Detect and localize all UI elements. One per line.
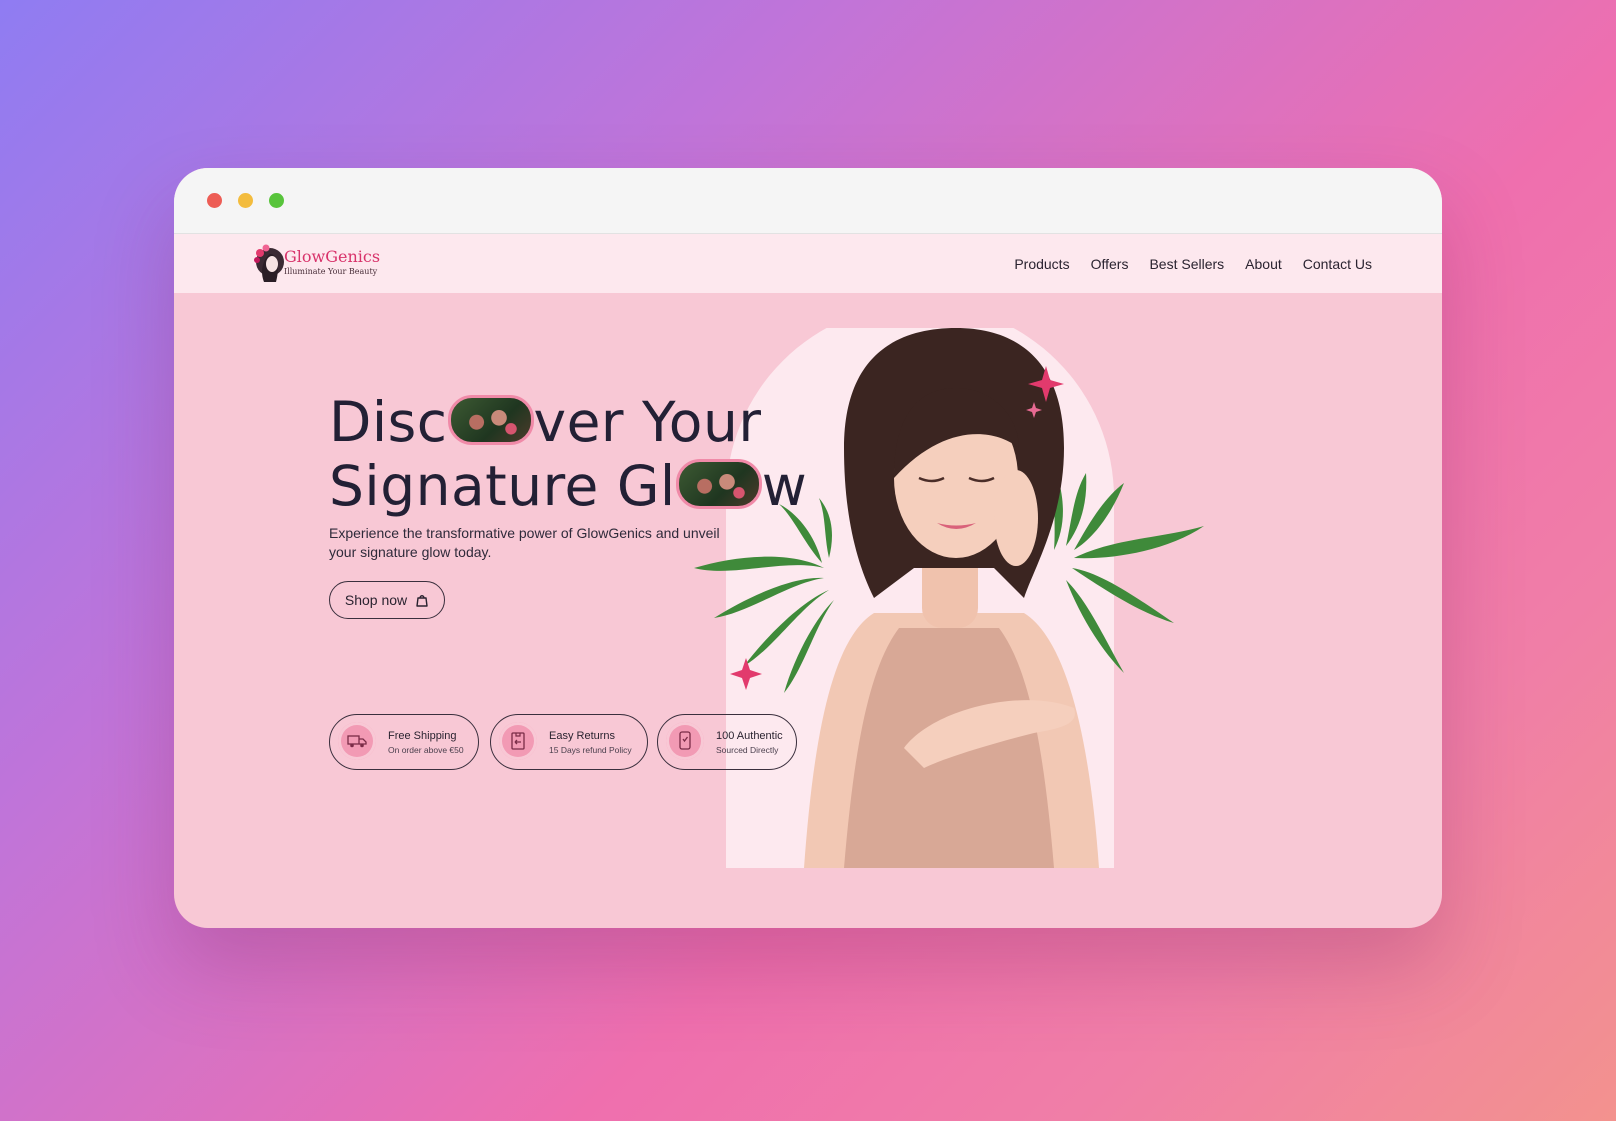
hero-title-part: Disc — [329, 390, 448, 454]
shopping-bag-icon — [416, 595, 428, 607]
browser-window: GlowGenics Illuminate Your Beauty Produc… — [174, 168, 1442, 928]
hero-title: Disc ver Your Signature Gl w — [329, 390, 807, 518]
nav-menu: Products Offers Best Sellers About Conta… — [1014, 234, 1372, 293]
brand-tagline: Illuminate Your Beauty — [284, 267, 378, 276]
site-navbar: GlowGenics Illuminate Your Beauty Produc… — [174, 234, 1442, 293]
hero-title-part: w — [761, 454, 808, 518]
authentic-phone-icon — [666, 722, 704, 760]
feature-authentic: 100 Authentic Sourced Directly — [657, 714, 797, 770]
feature-title: Easy Returns — [549, 730, 616, 742]
close-window-button[interactable] — [207, 193, 222, 208]
nav-link-contact[interactable]: Contact Us — [1303, 256, 1372, 272]
nav-link-products[interactable]: Products — [1014, 256, 1069, 272]
nav-link-about[interactable]: About — [1245, 256, 1282, 272]
brand-name: GlowGenics — [284, 247, 381, 266]
title-photo-pill-2 — [675, 459, 762, 509]
shop-now-label: Shop now — [344, 592, 408, 608]
minimize-window-button[interactable] — [238, 193, 253, 208]
hero-title-part: ver Your — [533, 390, 762, 454]
hero-subtitle: Experience the transformative power of G… — [329, 525, 720, 560]
feature-subtitle: Sourced Directly — [716, 745, 779, 755]
feature-subtitle: On order above €50 — [388, 745, 464, 755]
nav-link-best-sellers[interactable]: Best Sellers — [1149, 256, 1224, 272]
title-photo-pill-1 — [447, 395, 534, 445]
truck-icon — [338, 722, 376, 760]
shop-now-button[interactable]: Shop now — [329, 581, 445, 619]
nav-link-offers[interactable]: Offers — [1091, 256, 1129, 272]
feature-title: Free Shipping — [388, 730, 457, 742]
feature-free-shipping: Free Shipping On order above €50 — [329, 714, 479, 770]
return-box-icon — [499, 722, 537, 760]
window-titlebar — [174, 168, 1442, 234]
hero-title-part: Signature Gl — [329, 454, 676, 518]
feature-title: 100 Authentic — [716, 730, 783, 742]
woman-silhouette-logo-icon — [254, 244, 284, 282]
feature-easy-returns: Easy Returns 15 Days refund Policy — [490, 714, 648, 770]
maximize-window-button[interactable] — [269, 193, 284, 208]
feature-subtitle: 15 Days refund Policy — [549, 745, 632, 755]
